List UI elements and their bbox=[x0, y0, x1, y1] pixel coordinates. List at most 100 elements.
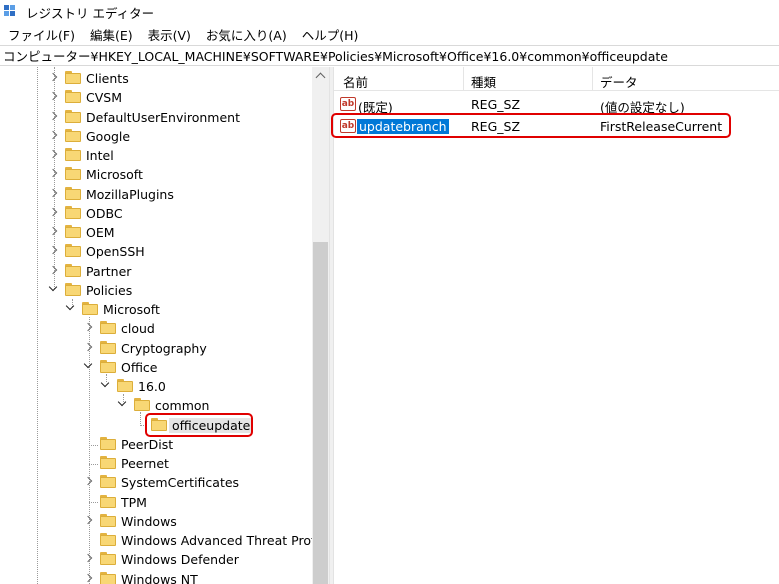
folder-icon bbox=[151, 418, 167, 431]
tree-item-label: common bbox=[155, 398, 210, 413]
tree-item-label: Clients bbox=[86, 71, 129, 86]
scroll-thumb[interactable] bbox=[313, 242, 328, 584]
folder-icon bbox=[65, 148, 81, 161]
menu-help[interactable]: ヘルプ(H) bbox=[294, 25, 366, 44]
tree-item-cvsm[interactable]: CVSM bbox=[0, 88, 312, 107]
address-path[interactable]: コンピューター¥HKEY_LOCAL_MACHINE¥SOFTWARE¥Poli… bbox=[3, 46, 668, 65]
expand-icon[interactable] bbox=[83, 342, 94, 353]
tree-item-label: Windows bbox=[121, 514, 177, 529]
tree-item-google[interactable]: Google bbox=[0, 127, 312, 146]
expand-icon[interactable] bbox=[83, 322, 94, 333]
expand-icon[interactable] bbox=[48, 149, 59, 160]
tree-item-partner[interactable]: Partner bbox=[0, 262, 312, 281]
expand-icon[interactable] bbox=[48, 226, 59, 237]
tree-item-peerdist[interactable]: PeerDist bbox=[0, 435, 312, 454]
tree-item-cryptography[interactable]: Cryptography bbox=[0, 339, 312, 358]
tree-item-odbc[interactable]: ODBC bbox=[0, 204, 312, 223]
menu-favorites[interactable]: お気に入り(A) bbox=[198, 25, 294, 44]
tree-item-peernet[interactable]: Peernet bbox=[0, 454, 312, 473]
tree-item-label: Google bbox=[86, 129, 131, 144]
address-bar[interactable]: コンピューター¥HKEY_LOCAL_MACHINE¥SOFTWARE¥Poli… bbox=[0, 45, 779, 66]
expand-icon[interactable] bbox=[83, 573, 94, 584]
tree-item-windows-nt[interactable]: Windows NT bbox=[0, 570, 312, 584]
column-header-type[interactable]: 種類 bbox=[471, 72, 496, 91]
string-value-icon: ab bbox=[340, 119, 356, 133]
value-row-default[interactable]: ab (既定) REG_SZ (値の設定なし) bbox=[334, 94, 779, 115]
tree-item-label: Policies bbox=[86, 283, 133, 298]
tree-item-label: Microsoft bbox=[103, 302, 160, 317]
tree-item-openssh[interactable]: OpenSSH bbox=[0, 242, 312, 261]
tree-item-common[interactable]: common bbox=[0, 396, 312, 415]
menu-view[interactable]: 表示(V) bbox=[140, 25, 198, 44]
menu-file[interactable]: ファイル(F) bbox=[0, 25, 82, 44]
expand-icon[interactable] bbox=[48, 168, 59, 179]
tree-item-defaultuserenvironment[interactable]: DefaultUserEnvironment bbox=[0, 108, 312, 127]
column-header-name[interactable]: 名前 bbox=[343, 72, 368, 91]
expand-icon[interactable] bbox=[48, 72, 59, 83]
tree-item-windows[interactable]: Windows bbox=[0, 512, 312, 531]
folder-icon bbox=[65, 206, 81, 219]
tree-item-officeupdate[interactable]: officeupdate bbox=[0, 416, 312, 435]
tree-item-tpm[interactable]: TPM bbox=[0, 493, 312, 512]
tree-item-label: Peernet bbox=[121, 456, 169, 471]
tree-item-office[interactable]: Office bbox=[0, 358, 312, 377]
collapse-icon[interactable] bbox=[117, 397, 128, 410]
tree-item-label: officeupdate bbox=[169, 418, 254, 433]
collapse-icon[interactable] bbox=[65, 301, 76, 314]
tree-item-mozillaplugins[interactable]: MozillaPlugins bbox=[0, 185, 312, 204]
folder-icon bbox=[134, 398, 150, 411]
tree-item-oem[interactable]: OEM bbox=[0, 223, 312, 242]
tree-item-policies[interactable]: Policies bbox=[0, 281, 312, 300]
folder-icon bbox=[100, 495, 116, 508]
expand-icon[interactable] bbox=[83, 515, 94, 526]
tree-item-label: cloud bbox=[121, 321, 155, 336]
folder-icon bbox=[65, 71, 81, 84]
expand-icon[interactable] bbox=[48, 188, 59, 199]
tree-item-label: OEM bbox=[86, 225, 115, 240]
tree-item-windows-advanced-threat-protection[interactable]: Windows Advanced Threat Protection bbox=[0, 531, 312, 550]
collapse-icon[interactable] bbox=[48, 282, 59, 295]
tree-item-label: CVSM bbox=[86, 90, 122, 105]
tree-item-label: DefaultUserEnvironment bbox=[86, 110, 240, 125]
expand-icon[interactable] bbox=[48, 245, 59, 256]
folder-icon bbox=[82, 302, 98, 315]
tree-item-windows-defender[interactable]: Windows Defender bbox=[0, 550, 312, 569]
folder-icon bbox=[65, 90, 81, 103]
value-list: 名前 種類 データ ab (既定) REG_SZ (値の設定なし) ab upd… bbox=[331, 67, 779, 584]
tree-item-systemcertificates[interactable]: SystemCertificates bbox=[0, 473, 312, 492]
folder-icon bbox=[100, 475, 116, 488]
expand-icon[interactable] bbox=[48, 91, 59, 102]
expand-icon[interactable] bbox=[48, 207, 59, 218]
expand-icon[interactable] bbox=[83, 553, 94, 564]
expand-icon[interactable] bbox=[83, 476, 94, 487]
tree-item-intel[interactable]: Intel bbox=[0, 146, 312, 165]
tree-item-policies-microsoft[interactable]: Microsoft bbox=[0, 300, 312, 319]
collapse-icon[interactable] bbox=[100, 378, 111, 391]
folder-icon bbox=[100, 321, 116, 334]
expand-icon[interactable] bbox=[48, 111, 59, 122]
title-bar: レジストリ エディター bbox=[0, 0, 779, 24]
folder-icon bbox=[100, 341, 116, 354]
expand-icon[interactable] bbox=[48, 265, 59, 276]
folder-icon bbox=[100, 514, 116, 527]
column-divider[interactable] bbox=[463, 67, 464, 91]
tree-item-16-0[interactable]: 16.0 bbox=[0, 377, 312, 396]
column-header-data[interactable]: データ bbox=[600, 72, 638, 91]
tree-scrollbar[interactable] bbox=[312, 67, 329, 584]
tree-item-label: PeerDist bbox=[121, 437, 174, 452]
column-divider[interactable] bbox=[592, 67, 593, 91]
expand-icon[interactable] bbox=[48, 130, 59, 141]
tree-item-label: Intel bbox=[86, 148, 114, 163]
tree-item-cloud[interactable]: cloud bbox=[0, 319, 312, 338]
tree-item-clients[interactable]: Clients bbox=[0, 69, 312, 88]
folder-icon bbox=[100, 360, 116, 373]
tree-item-label: ODBC bbox=[86, 206, 123, 221]
collapse-icon[interactable] bbox=[83, 359, 94, 372]
tree-item-microsoft[interactable]: Microsoft bbox=[0, 165, 312, 184]
folder-icon bbox=[65, 187, 81, 200]
scroll-up-arrow-icon[interactable] bbox=[312, 67, 329, 84]
menu-edit[interactable]: 編集(E) bbox=[82, 25, 140, 44]
tree-item-label: Microsoft bbox=[86, 167, 143, 182]
value-row-updatebranch[interactable]: ab updatebranch REG_SZ FirstReleaseCurre… bbox=[334, 116, 779, 137]
value-type: REG_SZ bbox=[471, 119, 521, 134]
